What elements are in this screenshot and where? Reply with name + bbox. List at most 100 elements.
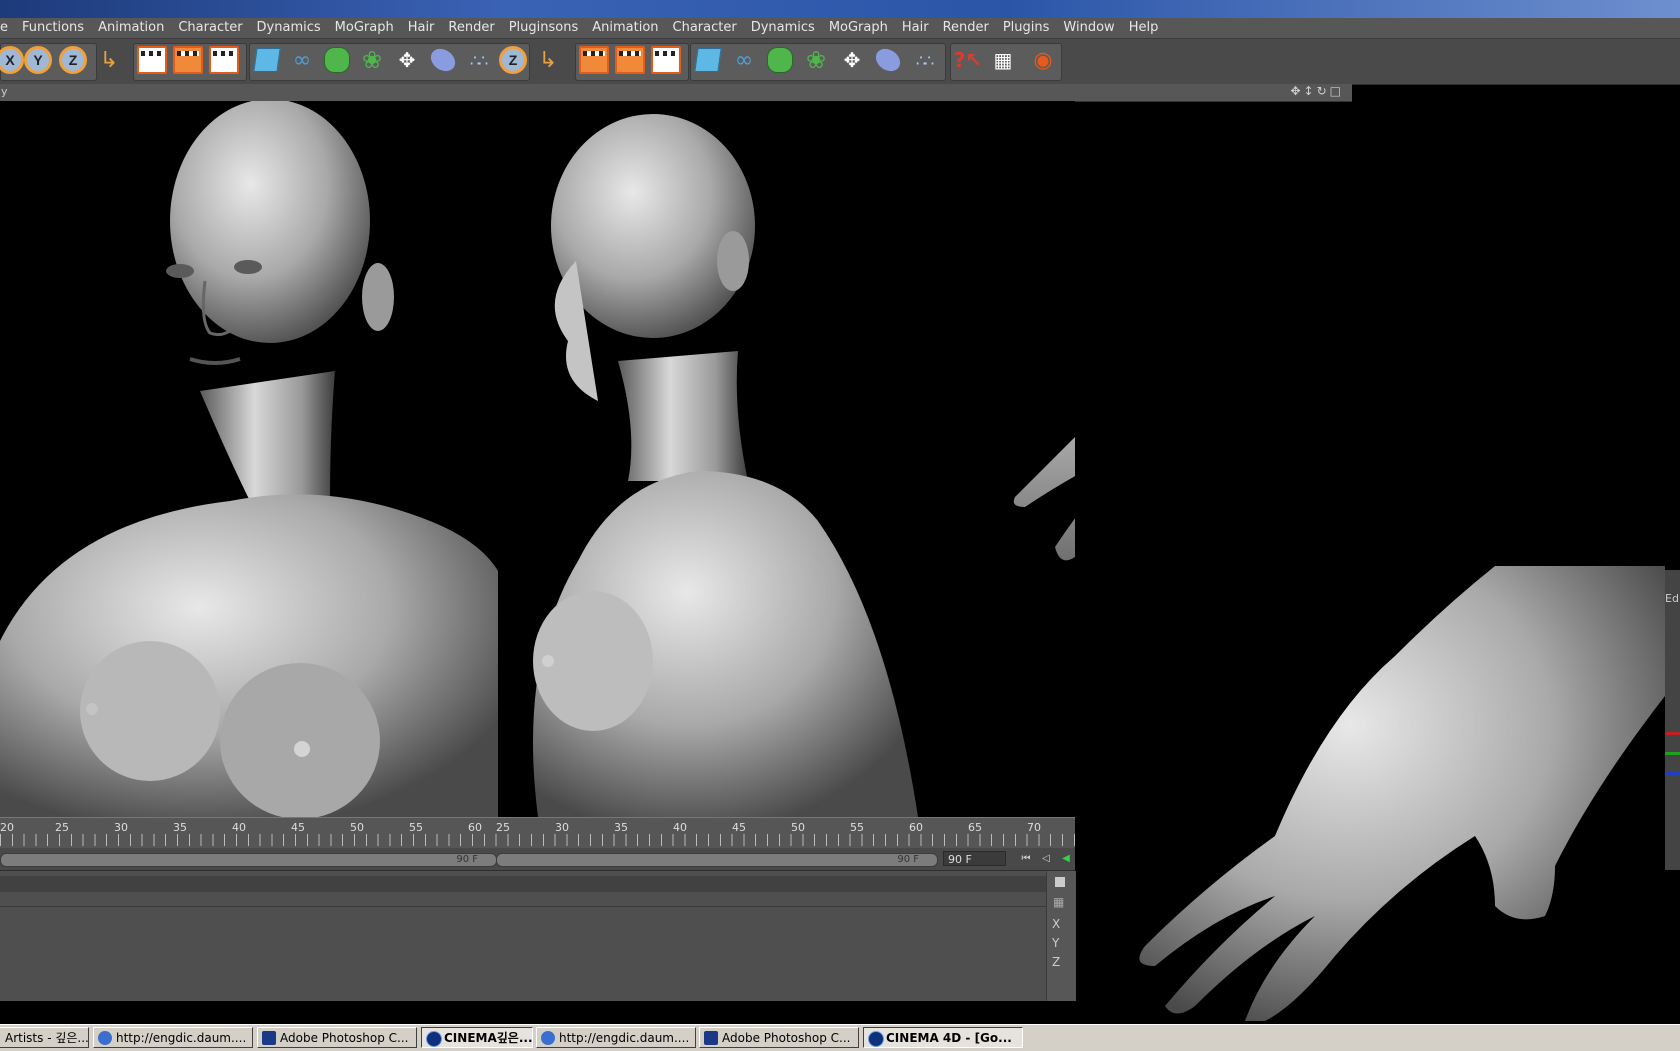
tick-label: 45 [291, 821, 305, 834]
taskbar-item[interactable]: http://engdic.daum.... [536, 1027, 696, 1048]
menu-dynamics[interactable]: Dynamics [250, 18, 328, 38]
bust-front-figure [0, 101, 498, 817]
menu-render[interactable]: Render [441, 18, 501, 38]
menubar: e Functions Animation Character Dynamics MoGr… [0, 18, 1680, 39]
bust-side-figure [533, 114, 918, 817]
spline-icon[interactable]: ∞ [286, 44, 318, 76]
particle-icon-2[interactable]: ∴∴ [908, 44, 940, 76]
hand-top-figure [1013, 437, 1075, 561]
help-icon[interactable]: ?↖ [952, 44, 984, 76]
x-axis-label: X [0, 46, 24, 74]
menu-character-2[interactable]: Character [666, 18, 744, 38]
nurbs-icon[interactable] [321, 44, 353, 76]
array-icon[interactable]: ❀ [356, 44, 388, 76]
menu-dynamics-2[interactable]: Dynamics [744, 18, 822, 38]
tick-label: 45 [732, 821, 746, 834]
taskbar-item-label: Adobe Photoshop C... [280, 1031, 409, 1045]
array-icon-2[interactable]: ❀ [800, 44, 832, 76]
zoom-view-icon[interactable]: ↕ [1304, 84, 1317, 98]
render-hand-top [1005, 137, 1075, 637]
web-icon[interactable]: ◉ [1027, 44, 1059, 76]
particle-icon[interactable]: ∴∴ [462, 44, 494, 76]
taskbar-item[interactable]: CINEMA깊은... [421, 1027, 533, 1048]
taskbar-item[interactable]: Adobe Photoshop C... [699, 1027, 859, 1048]
y-axis-icon[interactable]: Y [22, 44, 54, 76]
grid-icon[interactable]: ▦ [1053, 895, 1064, 909]
move-view-icon[interactable]: ✥ [1290, 84, 1303, 98]
tick-label: 50 [791, 821, 805, 834]
step-back-icon[interactable]: ◁ [1038, 853, 1054, 865]
timeline-ruler[interactable]: 20 25 30 35 40 45 50 55 60 25 30 35 40 4… [0, 817, 1075, 848]
menu-hair-2[interactable]: Hair [895, 18, 936, 38]
maximize-view-icon[interactable]: □ [1330, 84, 1344, 98]
deformer-icon-2[interactable]: ✥ [836, 44, 868, 76]
tick-label: 65 [968, 821, 982, 834]
render-view-icon[interactable] [136, 44, 168, 76]
menu-plugins[interactable]: Plugins [996, 18, 1057, 38]
coord-x-label: X [1052, 917, 1061, 931]
go-to-start-icon[interactable]: ⏮ [1018, 853, 1034, 865]
time-range-slider-left[interactable]: 90 F [0, 853, 497, 867]
taskbar-item[interactable]: CINEMA 4D - [Go... [863, 1027, 1023, 1048]
render-picture-viewer-icon-2[interactable] [614, 44, 646, 76]
menu-functions[interactable]: Functions [15, 18, 91, 38]
menu-mograph[interactable]: MoGraph [328, 18, 401, 38]
taskbar-item[interactable]: http://engdic.daum.... [93, 1027, 253, 1048]
scene-object-icon[interactable] [426, 44, 460, 76]
tick-label: 60 [468, 821, 482, 834]
taskbar-item-label: CINEMA 4D - [Go... [886, 1031, 1012, 1045]
taskbar: Artists - 깊은... http://engdic.daum.... A… [0, 1024, 1680, 1051]
menu-animation[interactable]: Animation [91, 18, 171, 38]
tick-label: 25 [496, 821, 510, 834]
photoshop-icon [704, 1031, 718, 1045]
coord-panel-icon[interactable] [1055, 877, 1065, 887]
layout-icon[interactable]: ▦ [987, 44, 1019, 76]
menu-window[interactable]: Window [1056, 18, 1121, 38]
render-hand-bottom [1075, 566, 1665, 1024]
toolbar: X Y Z ↳ ∞ ❀ ✥ ∴∴ Z ↳ ∞ ❀ ✥ ∴∴ ?↖ ▦ ◉ [0, 39, 1680, 85]
coordinate-panel: ▦ X Y Z [1046, 871, 1076, 1001]
tick-label: 25 [55, 821, 69, 834]
y-axis-label: Y [24, 46, 52, 74]
cinema4d-icon [868, 1031, 884, 1047]
play-backward-icon[interactable]: ◀ [1058, 853, 1074, 865]
taskbar-item-label: Artists - 깊은... [5, 1031, 89, 1045]
menu-animation-2[interactable]: Animation [585, 18, 665, 38]
track-right-label: 90 F [897, 854, 919, 865]
menu-hair[interactable]: Hair [401, 18, 442, 38]
viewport[interactable] [0, 101, 1075, 817]
render-settings-icon[interactable] [208, 44, 240, 76]
cube-primitive-icon[interactable] [251, 44, 283, 76]
render-view-icon-2[interactable] [578, 44, 610, 76]
spline-icon-2[interactable]: ∞ [728, 44, 760, 76]
cinema4d-icon [426, 1031, 442, 1047]
menu-render-2[interactable]: Render [936, 18, 996, 38]
coordinate-system-icon[interactable]: ↳ [93, 44, 125, 76]
taskbar-item[interactable]: Adobe Photoshop C... [257, 1027, 417, 1048]
track-left-label: 90 F [456, 854, 478, 865]
menu-item-e[interactable]: e [0, 18, 15, 38]
render-settings-icon-2[interactable] [650, 44, 682, 76]
menu-help[interactable]: Help [1122, 18, 1166, 38]
coordinate-system-icon-2[interactable]: ↳ [532, 44, 564, 76]
deformer-icon[interactable]: ✥ [391, 44, 423, 76]
rotate-view-icon[interactable]: ↻ [1317, 84, 1330, 98]
taskbar-item[interactable]: Artists - 깊은... [0, 1027, 89, 1048]
menu-mograph-2[interactable]: MoGraph [822, 18, 895, 38]
taskbar-item-label: CINEMA깊은... [444, 1031, 533, 1045]
z-axis-icon[interactable]: Z [57, 44, 89, 76]
z-axis-icon-2[interactable]: Z [497, 44, 529, 76]
time-range-slider-right[interactable]: 90 F [496, 853, 938, 867]
nurbs-icon-2[interactable] [764, 44, 796, 76]
attribute-manager: ▦ X Y Z [0, 870, 1076, 1001]
menu-character[interactable]: Character [171, 18, 249, 38]
render-picture-viewer-icon[interactable] [172, 44, 204, 76]
ie-icon [541, 1031, 555, 1045]
scene-object-icon-2[interactable] [871, 44, 905, 76]
cube-primitive-icon-2[interactable] [692, 44, 724, 76]
menu-pluginsons[interactable]: Pluginsons [502, 18, 586, 38]
hand-bottom-figure [1139, 566, 1665, 1021]
tick-label: 35 [614, 821, 628, 834]
end-frame-field[interactable]: 90 F [943, 851, 1006, 866]
timeline-ticks [0, 834, 1075, 846]
